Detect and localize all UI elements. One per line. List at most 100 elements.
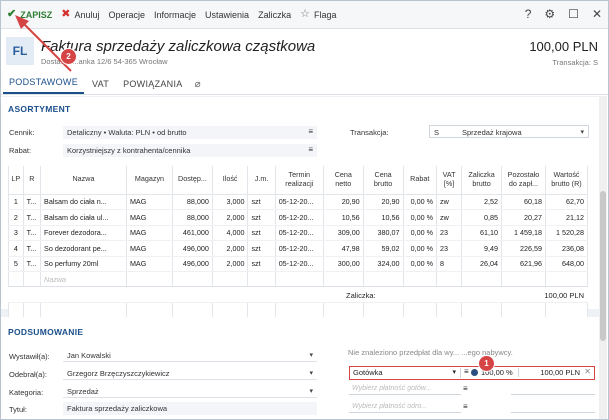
menu-informacje[interactable]: Informacje (154, 10, 196, 20)
col-lp[interactable]: LP (8, 166, 24, 195)
help-icon[interactable]: ? (525, 7, 532, 21)
payment-cash-amount[interactable] (511, 383, 595, 395)
table-cell[interactable]: 309,00 (322, 225, 364, 241)
flag-button[interactable]: ☆ Flaga (300, 9, 336, 20)
col-rabat[interactable]: Rabat (402, 166, 438, 195)
menu-icon[interactable]: ≡ (308, 145, 313, 154)
table-cell[interactable]: 4 (8, 240, 24, 257)
save-button[interactable]: ✔ ZAPISZ (7, 9, 52, 20)
table-cell[interactable]: 05-12-20... (274, 225, 324, 241)
scrollbar-thumb[interactable] (600, 191, 606, 341)
table-cell[interactable]: szt (247, 225, 276, 241)
table-cell[interactable]: 226,59 (500, 240, 546, 257)
table-cell[interactable]: 3 (8, 225, 24, 241)
table-cell[interactable]: 26,04 (461, 256, 502, 272)
wystawil-select[interactable]: Jan Kowalski ▾ (63, 349, 317, 362)
table-cell[interactable]: So dezodorant pe... (40, 240, 127, 257)
table-cell[interactable]: 0,00 % (402, 209, 438, 226)
payment-method-select[interactable]: Gotówka ▾ (353, 368, 461, 378)
vertical-scrollbar[interactable] (599, 96, 607, 419)
table-cell[interactable]: 61,10 (461, 225, 502, 241)
close-icon[interactable]: ✕ (592, 7, 602, 21)
table-cell[interactable]: 496,000 (172, 240, 213, 257)
table-cell[interactable]: 2,52 (461, 194, 502, 210)
table-cell[interactable] (461, 271, 502, 288)
table-cell[interactable]: 300,00 (322, 256, 364, 272)
table-cell[interactable] (362, 271, 404, 288)
menu-icon[interactable]: ≡ (463, 402, 468, 411)
table-cell[interactable]: 05-12-20... (274, 209, 324, 226)
table-cell[interactable]: 05-12-20... (274, 194, 324, 210)
col-zaliczka[interactable]: Zaliczka brutto (461, 166, 502, 195)
table-cell[interactable]: T... (22, 209, 42, 226)
table-cell[interactable]: szt (247, 209, 276, 226)
rabat-field[interactable]: Korzystniejszy z kontrahenta/cennika ≡ (63, 144, 317, 157)
table-cell[interactable]: zw (436, 194, 463, 210)
new-row[interactable]: Nazwa (8, 271, 589, 288)
col-wartosc[interactable]: Wartość brutto (R) (544, 166, 589, 195)
table-cell[interactable]: 1 (8, 194, 24, 210)
cennik-field[interactable]: Detaliczny • Waluta: PLN • od brutto ≡ (63, 126, 317, 139)
table-cell[interactable]: 2,000 (211, 240, 249, 257)
table-cell[interactable]: MAG (125, 209, 174, 226)
col-nazwa[interactable]: Nazwa (40, 166, 127, 195)
table-cell[interactable]: 648,00 (544, 256, 589, 272)
table-cell[interactable]: 2,000 (211, 256, 249, 272)
table-cell[interactable] (8, 271, 24, 288)
table-cell[interactable]: 0,85 (461, 209, 502, 226)
table-cell[interactable]: So perfumy 20ml (40, 256, 127, 272)
gear-icon[interactable]: ⚙ (544, 7, 555, 21)
table-cell[interactable] (322, 271, 364, 288)
menu-icon[interactable]: ≡ (463, 384, 468, 393)
table-cell[interactable] (544, 271, 589, 288)
table-cell[interactable] (125, 271, 174, 288)
menu-zaliczka[interactable]: Zaliczka (258, 10, 291, 20)
menu-icon[interactable]: ≡ (464, 367, 469, 376)
table-cell[interactable]: 05-12-20... (274, 256, 324, 272)
table-cell[interactable]: Nazwa (40, 271, 127, 288)
table-cell[interactable]: zw (436, 209, 463, 226)
table-cell[interactable]: 3,000 (211, 194, 249, 210)
table-cell[interactable]: Balsam do ciała ul... (40, 209, 127, 226)
table-cell[interactable]: MAG (125, 256, 174, 272)
table-cell[interactable]: 23 (436, 240, 463, 257)
table-cell[interactable]: 0,00 % (402, 240, 438, 257)
col-cena-brutto[interactable]: Cena brutto (362, 166, 404, 195)
maximize-icon[interactable]: ☐ (568, 7, 579, 21)
tab-podstawowe[interactable]: PODSTAWOWE (3, 77, 84, 94)
table-cell[interactable] (211, 271, 249, 288)
col-r[interactable]: R (22, 166, 42, 195)
table-cell[interactable]: 05-12-20... (274, 240, 324, 257)
table-cell[interactable]: szt (247, 256, 276, 272)
table-cell[interactable]: szt (247, 194, 276, 210)
kategoria-select[interactable]: Sprzedaż ▾ (63, 385, 317, 398)
col-pozostalo[interactable]: Pozostało do zapł... (500, 166, 546, 195)
table-cell[interactable]: 1 459,18 (500, 225, 546, 241)
table-cell[interactable]: 62,70 (544, 194, 589, 210)
delete-icon[interactable]: ✕ (584, 367, 591, 376)
col-termin[interactable]: Termin realizacji (274, 166, 324, 195)
table-cell[interactable]: 496,000 (172, 256, 213, 272)
table-cell[interactable]: T... (22, 194, 42, 210)
table-cell[interactable]: 23 (436, 225, 463, 241)
table-cell[interactable]: MAG (125, 240, 174, 257)
table-cell[interactable]: 0,00 % (402, 225, 438, 241)
table-cell[interactable] (436, 271, 463, 288)
tab-powiazania[interactable]: POWIĄZANIA (117, 79, 189, 94)
table-cell[interactable] (500, 271, 546, 288)
col-ilosc[interactable]: Ilość (211, 166, 249, 195)
odebral-select[interactable]: Grzegorz Brzęczyszczykiewicz ▾ (63, 367, 317, 380)
table-row[interactable]: 1 T... Balsam do ciała n... MAG 88,000 3,000 s… (8, 194, 589, 210)
table-cell[interactable] (402, 271, 438, 288)
table-cell[interactable]: 461,000 (172, 225, 213, 241)
table-cell[interactable]: 21,12 (544, 209, 589, 226)
table-cell[interactable]: 59,02 (362, 240, 404, 257)
table-row[interactable]: 2 T... Balsam do ciała ul... MAG 88,000 2,000… (8, 209, 589, 226)
table-cell[interactable]: T... (22, 225, 42, 241)
table-cell[interactable]: 88,000 (172, 209, 213, 226)
table-cell[interactable]: 0,00 % (402, 256, 438, 272)
table-cell[interactable]: 8 (436, 256, 463, 272)
table-cell[interactable]: Forever dezodora... (40, 225, 127, 241)
tab-vat[interactable]: VAT (86, 79, 115, 94)
col-jm[interactable]: J.m. (247, 166, 276, 195)
